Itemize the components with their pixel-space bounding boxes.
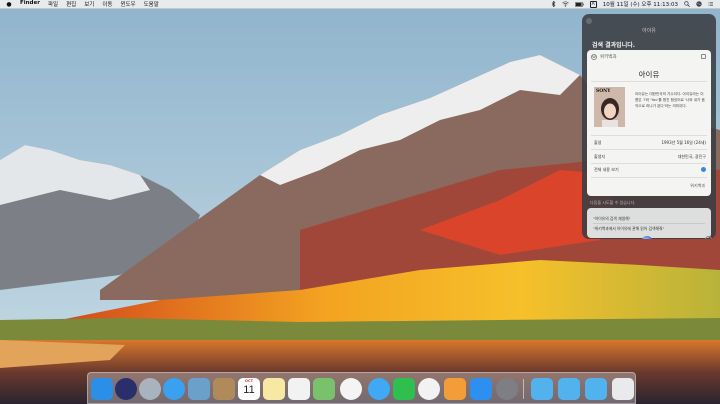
- settings-icon[interactable]: [496, 378, 518, 400]
- finder-icon[interactable]: [91, 378, 113, 400]
- menu-items: Finder 파일 편집 보기 이동 윈도우 도움말: [20, 0, 159, 8]
- card-row-birth: 출생 1993년 5월 16일 (24세): [594, 140, 706, 146]
- card-row-view-all[interactable]: 전체 내용 보기: [594, 167, 706, 173]
- menu-bar: ● Finder 파일 편집 보기 이동 윈도우 도움말 A 10월 11일 (…: [0, 0, 720, 9]
- maps-icon[interactable]: [313, 378, 335, 400]
- row-label: 출생: [594, 140, 602, 145]
- card-divider: [591, 149, 707, 150]
- siri-icon[interactable]: [115, 378, 137, 400]
- suggestion-item[interactable]: "아이유의 검색 재생해": [593, 214, 705, 223]
- dock: OCT 11: [87, 372, 636, 404]
- photo-brand-text: SONY: [596, 89, 611, 94]
- menubar-clock[interactable]: 10월 11일 (수) 오후 11:13:03: [603, 0, 678, 8]
- entity-photo: SONY: [594, 87, 625, 127]
- calendar-icon[interactable]: OCT 11: [238, 378, 260, 400]
- folder-icon[interactable]: [531, 378, 553, 400]
- help-icon[interactable]: [705, 236, 712, 239]
- launchpad-icon[interactable]: [139, 378, 161, 400]
- trash-icon[interactable]: [612, 378, 634, 400]
- siri-close-button[interactable]: [586, 18, 592, 24]
- calendar-month: OCT: [245, 379, 253, 383]
- appstore-icon[interactable]: [470, 378, 492, 400]
- bluetooth-icon[interactable]: [551, 1, 556, 7]
- preview-icon[interactable]: [188, 378, 210, 400]
- card-divider: [591, 135, 707, 136]
- card-source: W 위키백과: [591, 54, 617, 60]
- folder-icon[interactable]: [558, 378, 580, 400]
- wikipedia-card[interactable]: W 위키백과 아이유 SONY 아이유는 대한민국의 가수이다. 아이유라는 이…: [587, 50, 711, 196]
- card-divider: [591, 163, 707, 164]
- facetime-icon[interactable]: [393, 378, 415, 400]
- siri-menu-icon[interactable]: [696, 1, 702, 7]
- wikipedia-icon: W: [591, 54, 597, 60]
- menu-file[interactable]: 파일: [48, 0, 58, 8]
- card-divider: [591, 177, 707, 178]
- chevron-right-icon[interactable]: [701, 167, 706, 172]
- card-source-label: 위키백과: [600, 55, 617, 60]
- folder-icon[interactable]: [585, 378, 607, 400]
- suggestion-item[interactable]: "위키백과에서 아이유에 관해 읽어 검색해줘": [593, 224, 705, 233]
- wifi-icon[interactable]: [561, 1, 569, 7]
- input-source-indicator[interactable]: A: [589, 0, 597, 8]
- row-value: 1993년 5월 16일 (24세): [661, 140, 706, 145]
- menu-edit[interactable]: 편집: [66, 0, 76, 8]
- siri-result-title: 검색 결과입니다.: [592, 42, 636, 49]
- reminders-icon[interactable]: [288, 378, 310, 400]
- share-icon[interactable]: [701, 54, 706, 59]
- notes-icon[interactable]: [263, 378, 285, 400]
- siri-suggestions: "아이유의 검색 재생해" "위키백과에서 아이유에 관해 읽어 검색해줘": [587, 208, 711, 238]
- apple-menu-icon[interactable]: ●: [6, 1, 12, 8]
- card-entity-name: 아이유: [638, 70, 660, 79]
- notification-center-icon[interactable]: [708, 1, 714, 7]
- siri-try-label: 다음을 시도할 수 있습니다.: [590, 200, 636, 205]
- safari-icon[interactable]: [163, 378, 185, 400]
- card-divider: [591, 81, 707, 82]
- contacts-icon[interactable]: [213, 378, 235, 400]
- ibooks-icon[interactable]: [444, 378, 466, 400]
- dock-divider: [523, 379, 524, 399]
- menu-help[interactable]: 도움말: [144, 0, 159, 8]
- card-footer-link[interactable]: 위키백과: [690, 183, 705, 189]
- row-label: 출생지: [594, 154, 606, 159]
- row-value: 대한민국, 광진구: [677, 154, 706, 159]
- siri-panel: 아이유 검색 결과입니다. W 위키백과 아이유 SONY 아이유는 대한민국의…: [582, 14, 716, 239]
- menu-view[interactable]: 보기: [84, 0, 94, 8]
- menu-window[interactable]: 윈도우: [120, 0, 135, 8]
- photos-icon[interactable]: [340, 378, 362, 400]
- siri-query-text: 아이유: [642, 28, 656, 34]
- messages-icon[interactable]: [368, 378, 390, 400]
- battery-icon[interactable]: [574, 1, 584, 7]
- menu-go[interactable]: 이동: [102, 0, 112, 8]
- status-area: A 10월 11일 (수) 오후 11:13:03: [551, 0, 714, 8]
- entity-description: 아이유는 대한민국의 가수이다. 아이유라는 이름은 'I'와 'You'를 합…: [635, 92, 705, 108]
- view-all-label[interactable]: 전체 내용 보기: [594, 167, 619, 173]
- itunes-icon[interactable]: [418, 378, 440, 400]
- spotlight-icon[interactable]: [684, 1, 690, 7]
- card-row-birthplace: 출생지 대한민국, 광진구: [594, 154, 706, 160]
- calendar-day: 11: [243, 384, 255, 396]
- menu-app-name[interactable]: Finder: [20, 0, 40, 8]
